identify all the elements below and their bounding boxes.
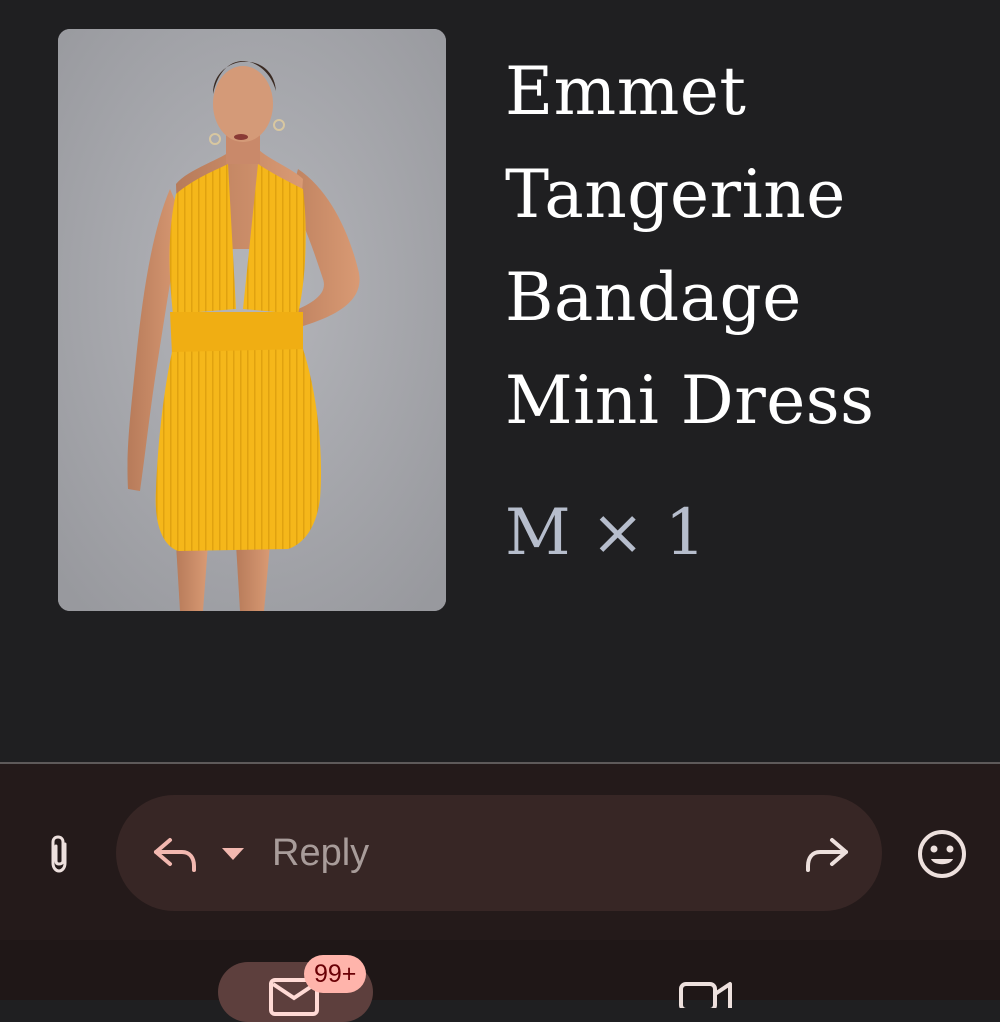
product-title: Emmet Tangerine Bandage Mini Dress xyxy=(505,53,875,439)
product-image[interactable] xyxy=(58,29,446,611)
reply-arrow-icon[interactable] xyxy=(152,834,198,874)
reply-label: Reply xyxy=(272,832,370,874)
bottom-navigation xyxy=(0,940,1000,1000)
caret-down-icon[interactable] xyxy=(219,840,247,866)
email-content: Emmet Tangerine Bandage Mini Dress M × 1 xyxy=(0,0,1000,762)
product-size-quantity: M × 1 xyxy=(505,496,706,570)
dress-photo xyxy=(58,29,446,611)
attach-button[interactable] xyxy=(36,829,82,879)
unread-badge: 99+ xyxy=(304,955,367,993)
forward-arrow-icon[interactable] xyxy=(804,834,852,874)
paperclip-icon xyxy=(51,835,67,873)
video-icon[interactable] xyxy=(678,978,734,1008)
smiley-icon[interactable] xyxy=(914,826,970,882)
